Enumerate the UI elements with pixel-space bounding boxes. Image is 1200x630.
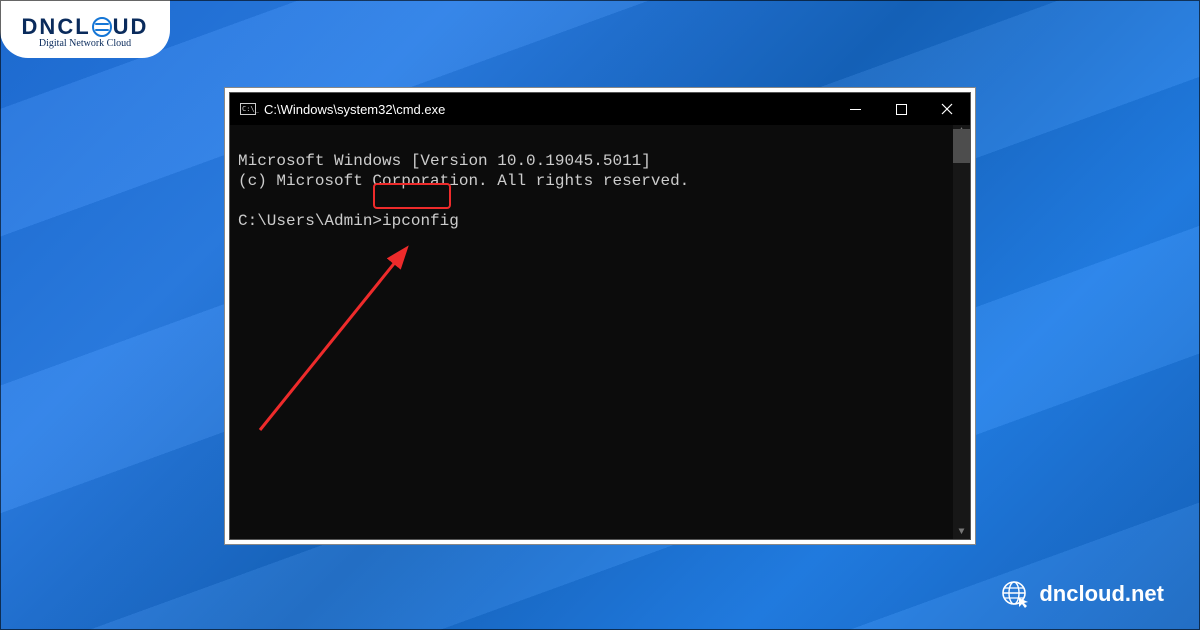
brand-prefix: DNCL (22, 14, 91, 40)
brand-logo-card: DNCL UD Digital Network Cloud (0, 0, 170, 58)
terminal-command: ipconfig (382, 212, 459, 230)
close-button[interactable] (924, 93, 970, 125)
brand-logo-text: DNCL UD (22, 14, 149, 40)
maximize-button[interactable] (878, 93, 924, 125)
globe-o-icon (92, 17, 112, 37)
terminal-body[interactable]: Microsoft Windows [Version 10.0.19045.50… (230, 125, 970, 539)
close-icon (941, 103, 953, 115)
scrollbar-track[interactable]: ▲ ▼ (953, 125, 970, 539)
maximize-icon (896, 104, 907, 115)
cmd-window: C:\Windows\system32\cmd.exe Microsoft Wi… (229, 92, 971, 540)
scrollbar-thumb[interactable] (953, 129, 970, 163)
brand-suffix: UD (113, 14, 149, 40)
minimize-button[interactable] (832, 93, 878, 125)
brand-tagline: Digital Network Cloud (39, 38, 131, 49)
scroll-down-icon[interactable]: ▼ (957, 528, 966, 537)
terminal-line-version: Microsoft Windows [Version 10.0.19045.50… (238, 152, 651, 170)
window-title: C:\Windows\system32\cmd.exe (264, 102, 445, 117)
terminal-prompt: C:\Users\Admin> (238, 212, 382, 230)
footer-brand: dncloud.net (1001, 580, 1164, 608)
minimize-icon (850, 104, 861, 115)
window-titlebar[interactable]: C:\Windows\system32\cmd.exe (230, 93, 970, 125)
footer-site-text: dncloud.net (1039, 581, 1164, 607)
cmd-icon (240, 103, 256, 115)
globe-cursor-icon (1001, 580, 1029, 608)
terminal-line-copyright: (c) Microsoft Corporation. All rights re… (238, 172, 689, 190)
